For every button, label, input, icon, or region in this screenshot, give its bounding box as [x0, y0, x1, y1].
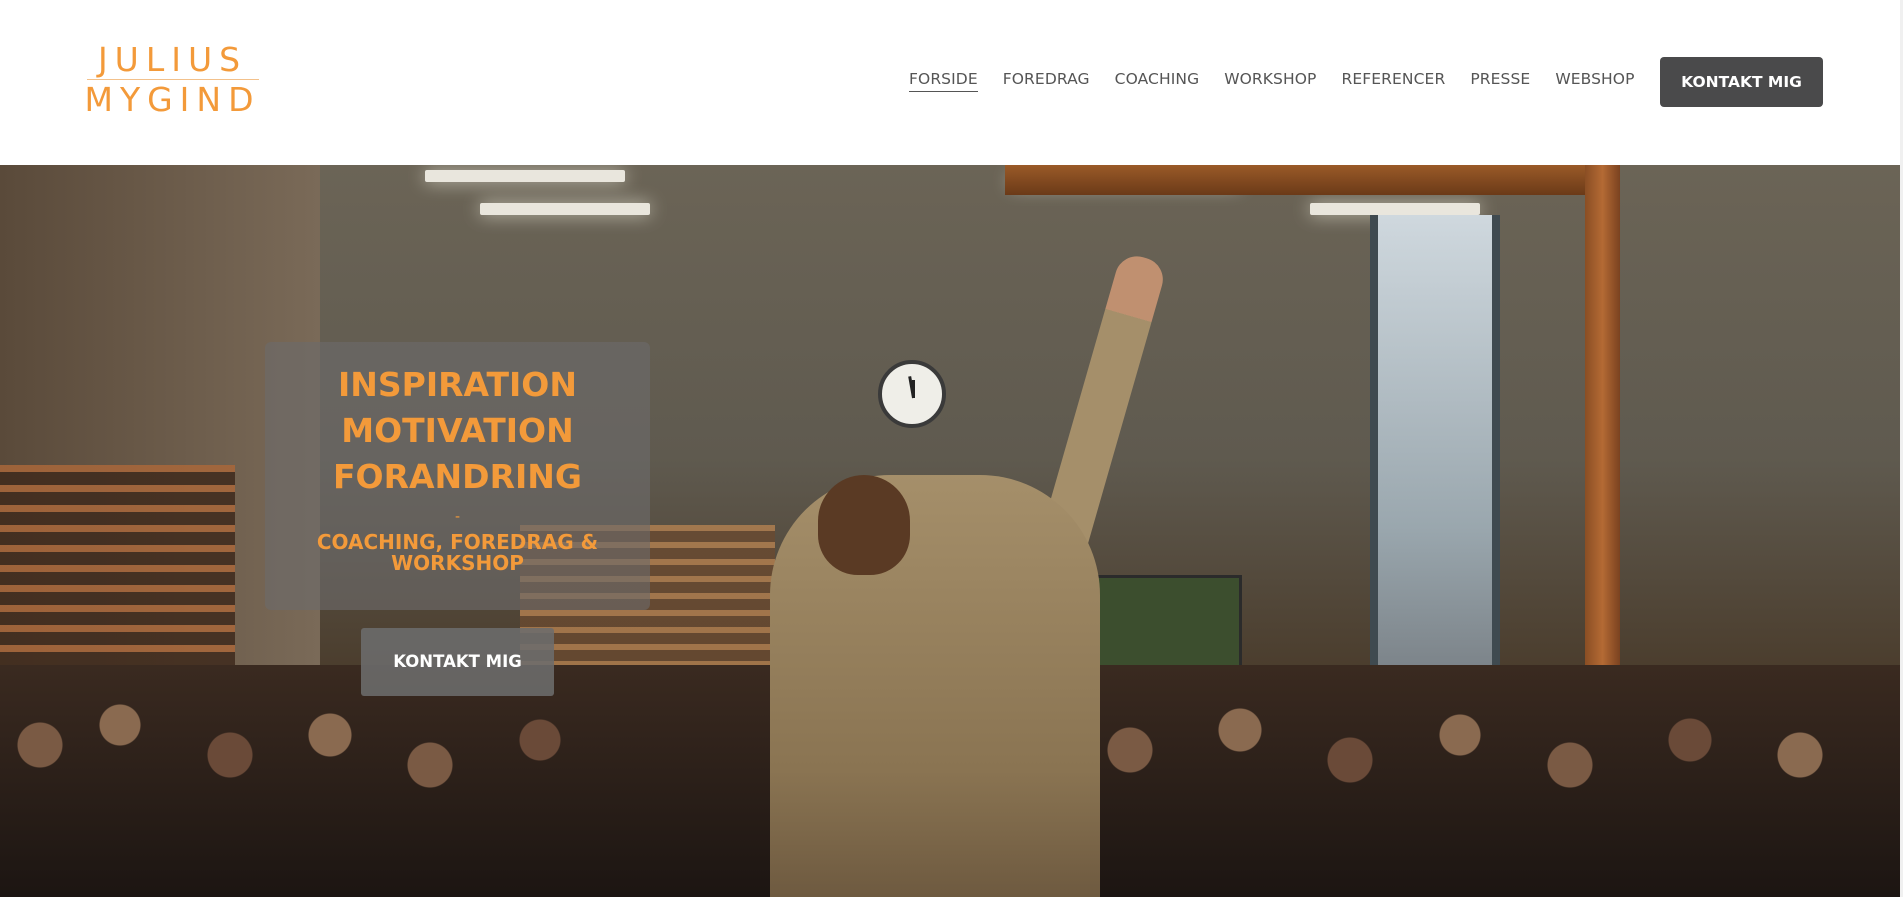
hero-headline-line-1: INSPIRATION	[338, 365, 577, 404]
hero-subtitle: COACHING, FOREDRAG & WORKSHOP	[316, 530, 599, 575]
hero-bg-light	[1310, 203, 1480, 215]
hero-contact-button[interactable]: KONTAKT MIG	[361, 628, 554, 696]
hero-bg-speaker-head	[818, 475, 910, 575]
page: JULIUS MYGIND FORSIDE FOREDRAG COACHING …	[0, 0, 1903, 897]
main-nav: FORSIDE FOREDRAG COACHING WORKSHOP REFER…	[909, 70, 1660, 92]
hero-text-card: INSPIRATION MOTIVATION FORANDRING - COAC…	[265, 342, 650, 610]
nav-item-foredrag[interactable]: FOREDRAG	[1003, 70, 1090, 92]
nav-item-presse[interactable]: PRESSE	[1470, 70, 1530, 92]
hero-headline-line-3: FORANDRING	[333, 457, 582, 496]
hero-headline-line-2: MOTIVATION	[341, 411, 574, 450]
clock-icon	[878, 360, 946, 428]
hero-headline: INSPIRATION MOTIVATION FORANDRING	[265, 342, 650, 500]
nav-item-workshop[interactable]: WORKSHOP	[1224, 70, 1316, 92]
nav-item-forside[interactable]: FORSIDE	[909, 70, 978, 92]
site-header: JULIUS MYGIND FORSIDE FOREDRAG COACHING …	[0, 0, 1903, 165]
logo-line-2: MYGIND	[84, 80, 261, 119]
nav-item-referencer[interactable]: REFERENCER	[1342, 70, 1446, 92]
hero-section: INSPIRATION MOTIVATION FORANDRING - COAC…	[0, 165, 1903, 897]
hero-bg-light	[480, 203, 650, 215]
nav-item-coaching[interactable]: COACHING	[1115, 70, 1200, 92]
hero-bg-window	[1370, 215, 1500, 735]
nav-item-webshop[interactable]: WEBSHOP	[1555, 70, 1634, 92]
logo[interactable]: JULIUS MYGIND	[80, 42, 265, 118]
hero-bg-light	[425, 170, 625, 182]
hero-separator: -	[454, 509, 461, 525]
header-contact-button[interactable]: KONTAKT MIG	[1660, 57, 1823, 107]
logo-line-1: JULIUS	[97, 40, 248, 79]
hero-bg-beam	[1005, 165, 1605, 195]
